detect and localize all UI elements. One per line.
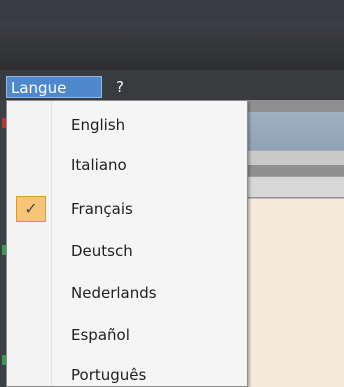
background-row	[248, 150, 344, 165]
menu-option-espanol[interactable]: Español	[8, 318, 246, 352]
menu-option-label: Français	[71, 200, 133, 218]
menu-option-italiano[interactable]: Italiano	[8, 148, 246, 182]
menu-option-portugues[interactable]: Português	[8, 358, 246, 387]
background-content	[248, 198, 344, 387]
menu-option-label: Nederlands	[71, 284, 157, 302]
check-icon: ✓	[16, 196, 46, 222]
title-bar	[0, 0, 344, 22]
background-header	[248, 112, 344, 150]
menu-option-label: English	[71, 116, 126, 134]
language-dropdown-menu: English Italiano ✓ Français Deutsch Nede…	[6, 100, 248, 387]
menu-option-nederlands[interactable]: Nederlands	[8, 276, 246, 310]
menu-option-francais[interactable]: ✓ Français	[8, 192, 246, 226]
application-window: Langue ? English Italiano ✓ Français Deu…	[0, 0, 344, 387]
menu-langue[interactable]: Langue	[6, 76, 102, 98]
menu-help[interactable]: ?	[116, 76, 136, 98]
menu-option-label: Deutsch	[71, 242, 133, 260]
menu-option-label: Español	[71, 326, 130, 344]
menu-option-label: Português	[71, 366, 147, 384]
toolbar	[0, 22, 344, 70]
menu-option-english[interactable]: English	[8, 108, 246, 142]
menu-option-deutsch[interactable]: Deutsch	[8, 234, 246, 268]
menu-option-label: Italiano	[71, 156, 127, 174]
background-row	[248, 176, 344, 197]
